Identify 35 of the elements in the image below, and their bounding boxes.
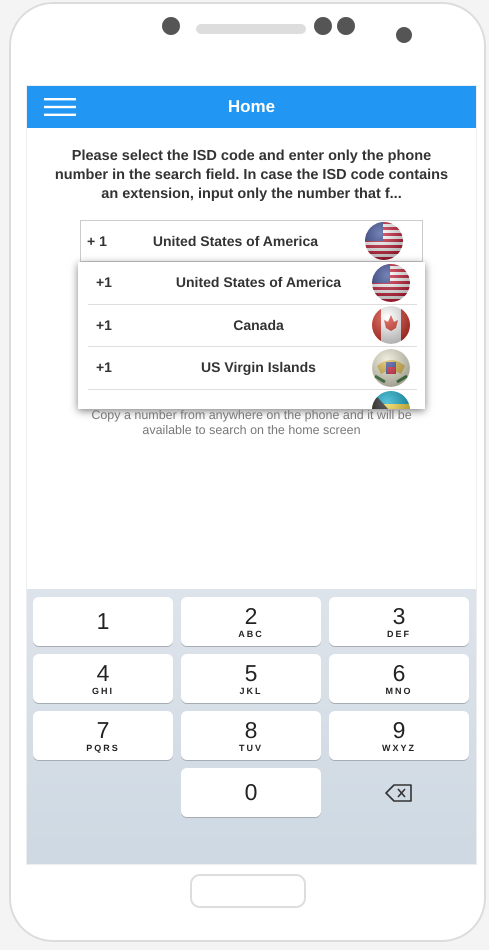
keypad-key[interactable]: 4 GHI (33, 654, 173, 703)
keypad-key[interactable]: 0 (181, 768, 321, 817)
flag-icon (371, 305, 411, 346)
instruction-text: Please select the ISD code and enter only the phone number in the search field. In case the ISD code contains an extension, input only the number that f... (54, 147, 450, 204)
keypad-key[interactable]: 2 ABC (181, 597, 321, 646)
country-code: +1 (96, 273, 113, 292)
country-code: +1 (96, 358, 113, 378)
keypad-key[interactable]: 7 PQRS (33, 711, 173, 760)
country-name: United States of America (152, 232, 320, 250)
app-title: Home (228, 96, 276, 118)
flag-icon (371, 262, 411, 303)
keypad-key[interactable]: 5 JKL (181, 654, 321, 703)
keypad-key[interactable]: 6 MNO (329, 654, 469, 703)
backspace-icon (385, 784, 413, 802)
keypad-key[interactable]: 9 WXYZ (329, 711, 469, 760)
menu-icon[interactable] (44, 98, 76, 116)
country-name: Canada (232, 316, 285, 335)
sensor-dot (314, 17, 332, 35)
flag-icon (364, 221, 404, 261)
country-code: +1 (96, 316, 113, 335)
sensor-dot (162, 17, 180, 35)
flag-icon (371, 348, 411, 388)
country-option[interactable]: +1 Canada (88, 304, 417, 347)
sensor-dot (337, 17, 355, 35)
country-option[interactable]: +1 United States of America (88, 262, 417, 304)
country-option[interactable]: +1 US Virgin Islands (88, 347, 417, 390)
hint-text: Copy a number from anywhere on the phone and it will be available to search on the home screen (90, 408, 413, 438)
keypad-key[interactable]: 1 (33, 597, 173, 646)
country-code: + 1 (87, 232, 107, 250)
country-code-select[interactable]: + 1 United States of America (80, 220, 423, 262)
keypad-key[interactable]: 3 DEF (329, 597, 469, 646)
country-name: US Virgin Islands (200, 358, 317, 378)
country-name: United States of America (174, 273, 342, 292)
camera-dot (396, 27, 412, 43)
keypad-key[interactable]: 8 TUV (181, 711, 321, 760)
